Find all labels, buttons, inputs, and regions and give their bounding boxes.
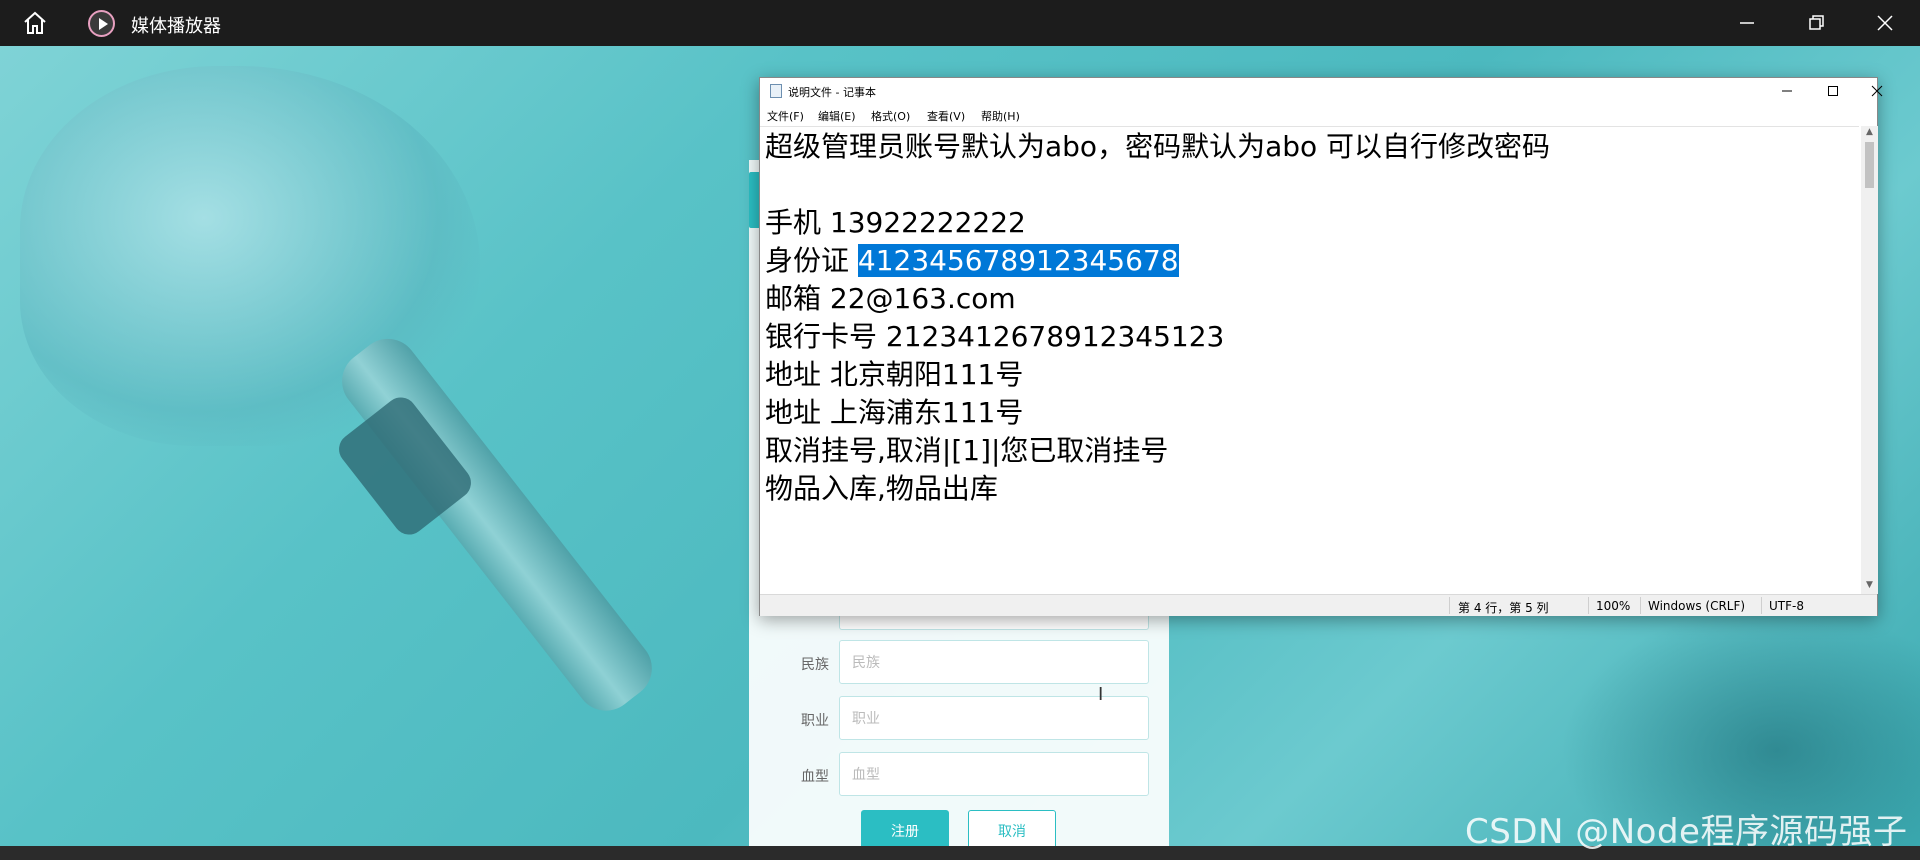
zoom-level: 100% [1596, 599, 1631, 613]
notepad-menubar: 文件(F) 编辑(E) 格式(O) 查看(V) 帮助(H) [760, 104, 1877, 124]
scroll-thumb[interactable] [1865, 142, 1874, 188]
close-icon [1877, 15, 1893, 31]
notepad-statusbar: 第 4 行，第 5 列 100% Windows (CRLF) UTF-8 [760, 594, 1877, 616]
text-line: 地址 北京朝阳111号 [765, 358, 1024, 391]
status-separator [1761, 597, 1762, 614]
text-line: 手机 13922222222 [765, 206, 1026, 239]
home-icon[interactable] [22, 11, 48, 35]
restore-button[interactable] [1782, 0, 1852, 46]
menu-edit[interactable]: 编辑(E) [818, 108, 856, 124]
pipette-image [330, 326, 664, 723]
text-line: 取消挂号,取消|[1]|您已取消挂号 [765, 434, 1169, 467]
minimize-button[interactable] [1712, 0, 1782, 46]
text-line: 邮箱 22@163.com [765, 282, 1016, 315]
minimize-icon [1740, 22, 1754, 24]
restore-icon [1809, 15, 1824, 30]
selected-text: 412345678912345678 [857, 244, 1179, 277]
blood-type-input[interactable] [839, 752, 1149, 796]
encoding: UTF-8 [1769, 599, 1804, 613]
text-cursor-icon: I [1098, 684, 1104, 705]
ethnicity-input[interactable] [839, 640, 1149, 684]
scroll-down-icon[interactable]: ▼ [1861, 580, 1878, 590]
cursor-position: 第 4 行，第 5 列 [1458, 601, 1549, 615]
occupation-row: 职业 [749, 696, 1169, 742]
notepad-titlebar[interactable]: 说明文件 - 记事本 [760, 78, 1883, 104]
status-separator [1640, 597, 1641, 614]
close-icon [1871, 85, 1883, 97]
media-player-titlebar: 媒体播放器 [0, 0, 1920, 46]
notepad-title: 说明文件 - 记事本 [788, 86, 876, 99]
text-line: 银行卡号 2123412678912345123 [765, 320, 1225, 353]
text-line: 地址 上海浦东111号 [765, 396, 1024, 429]
status-separator [1588, 597, 1589, 614]
vertical-scrollbar[interactable]: ▲ ▼ [1861, 126, 1878, 594]
watermark: CSDN @Node程序源码强子 [1465, 812, 1908, 852]
blood-type-label: 血型 [801, 769, 829, 785]
menu-file[interactable]: 文件(F) [767, 108, 804, 124]
notepad-maximize-button[interactable] [1810, 78, 1856, 104]
line-ending: Windows (CRLF) [1648, 599, 1746, 613]
media-player-icon [88, 10, 115, 37]
minimize-icon [1782, 90, 1792, 92]
text-line: 超级管理员账号默认为abo，密码默认为abo 可以自行修改密码 [765, 130, 1551, 163]
text-line-id-prefix: 身份证 [765, 244, 858, 277]
ethnicity-label: 民族 [801, 657, 829, 673]
text-line: 物品入库,物品出库 [765, 472, 998, 505]
blood-type-row: 血型 [749, 752, 1169, 798]
notepad-window: 说明文件 - 记事本 文件(F) 编辑(E) 格式(O) 查看(V) 帮助(H)… [759, 77, 1883, 616]
status-separator [1449, 597, 1450, 614]
ethnicity-row: 民族 [749, 640, 1169, 686]
form-tab-marker [749, 172, 759, 228]
notepad-text-area[interactable]: 超级管理员账号默认为abo，密码默认为abo 可以自行修改密码 手机 13922… [760, 126, 1859, 594]
occupation-label: 职业 [801, 713, 829, 729]
notepad-icon [770, 84, 782, 98]
menu-view[interactable]: 查看(V) [927, 108, 965, 124]
app-title: 媒体播放器 [131, 16, 221, 37]
text-line-id: 身份证 412345678912345678 [765, 243, 1179, 279]
close-button[interactable] [1850, 0, 1920, 46]
menu-format[interactable]: 格式(O) [871, 108, 910, 124]
notepad-minimize-button[interactable] [1764, 78, 1810, 104]
notepad-close-button[interactable] [1854, 78, 1900, 104]
scroll-up-icon[interactable]: ▲ [1861, 127, 1878, 137]
menu-help[interactable]: 帮助(H) [981, 108, 1020, 124]
maximize-icon [1828, 86, 1838, 96]
